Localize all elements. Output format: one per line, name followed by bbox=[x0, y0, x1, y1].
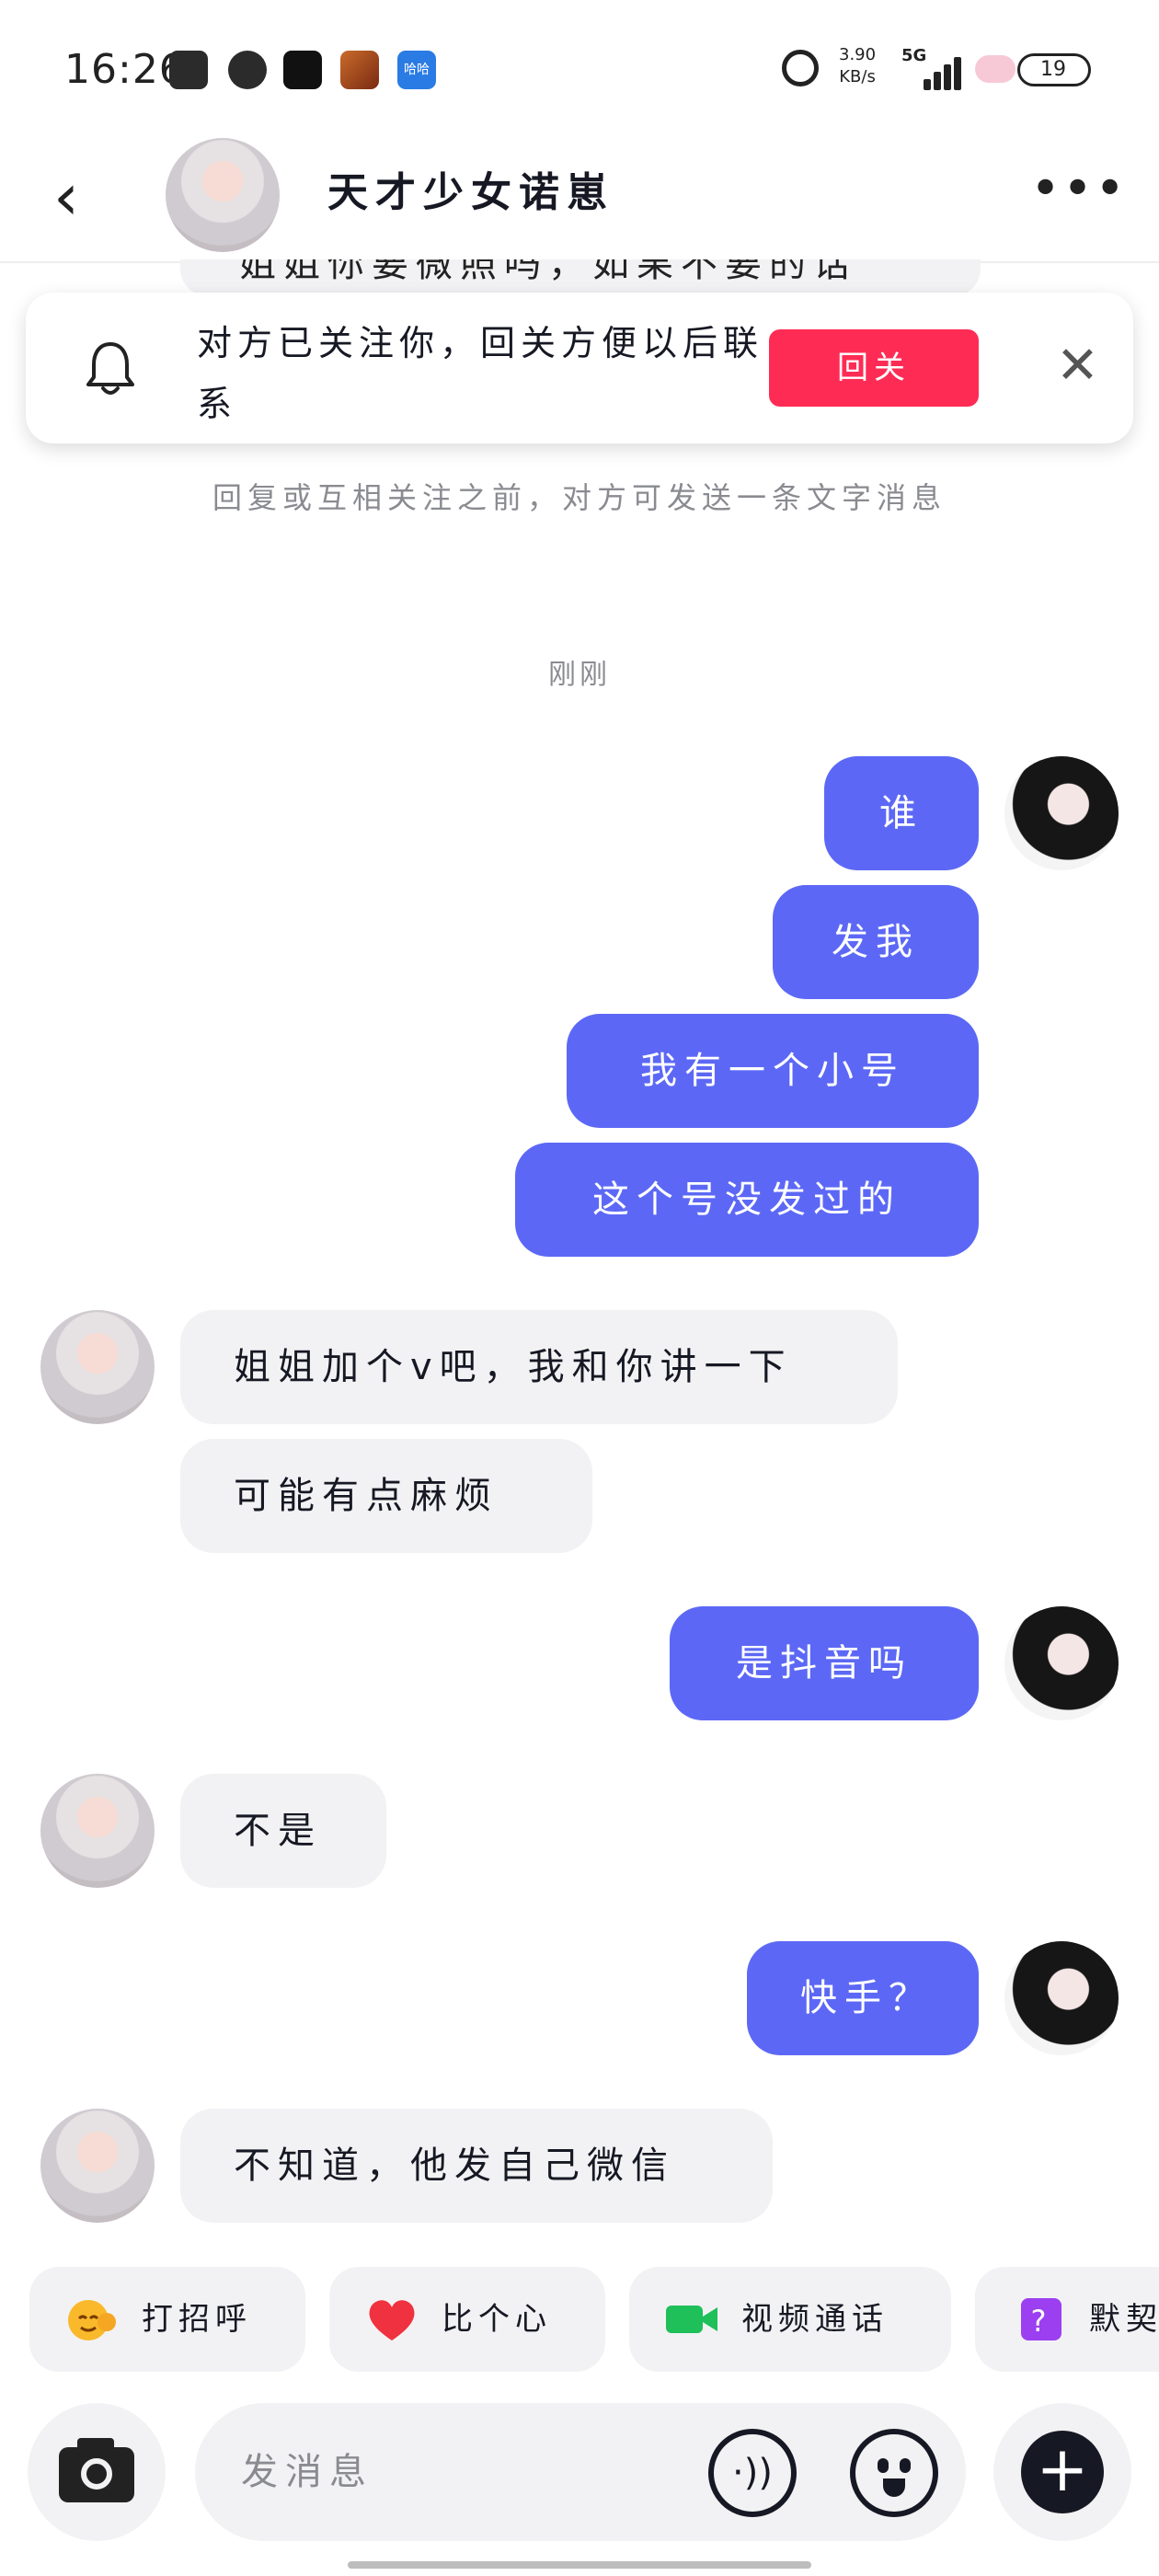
quick-reply-greet[interactable]: 打招呼 bbox=[29, 2267, 305, 2372]
game-icon bbox=[340, 51, 379, 89]
bell-icon bbox=[86, 342, 134, 395]
outgoing-message[interactable]: 发我 bbox=[773, 885, 979, 999]
flower-icon bbox=[975, 55, 1016, 83]
outgoing-message[interactable]: 这个号没发过的 bbox=[515, 1143, 979, 1257]
contact-avatar[interactable] bbox=[40, 1774, 155, 1888]
my-avatar[interactable] bbox=[1004, 756, 1119, 870]
quick-reply-heart[interactable]: 比个心 bbox=[329, 2267, 605, 2372]
outgoing-message[interactable]: 是抖音吗 bbox=[670, 1606, 979, 1720]
camera-icon-lens bbox=[81, 2458, 112, 2490]
partially-hidden-text: 姐姐你要微照吗，如果不要的话 bbox=[239, 259, 857, 285]
home-indicator[interactable] bbox=[348, 2561, 811, 2569]
battery-indicator: 19 bbox=[1017, 53, 1091, 86]
follow-back-button[interactable]: 回关 bbox=[769, 329, 979, 407]
outgoing-message[interactable]: 谁 bbox=[824, 756, 979, 870]
incoming-message[interactable]: 可能有点麻烦 bbox=[180, 1439, 592, 1553]
my-avatar[interactable] bbox=[1004, 1606, 1119, 1720]
quick-reply-video-call[interactable]: 视频通话 bbox=[629, 2267, 951, 2372]
outgoing-message[interactable]: 我有一个小号 bbox=[567, 1014, 979, 1128]
question-card-icon: ? bbox=[1021, 2298, 1061, 2340]
incoming-message[interactable]: 不知道，他发自己微信 bbox=[180, 2109, 773, 2223]
plus-button[interactable]: + bbox=[993, 2403, 1131, 2541]
heart-icon bbox=[369, 2300, 415, 2340]
wechat-icon bbox=[228, 51, 267, 89]
message-input[interactable]: 发消息 ·)) bbox=[195, 2403, 966, 2541]
quick-reply-label: 打招呼 bbox=[142, 2301, 252, 2338]
incoming-message[interactable]: 姐姐加个v吧，我和你讲一下 bbox=[180, 1310, 898, 1424]
status-time: 16:26 bbox=[64, 46, 186, 93]
net-speed-value: 3.90 bbox=[839, 45, 877, 64]
signal-icon bbox=[924, 53, 962, 90]
contact-avatar[interactable] bbox=[40, 1310, 155, 1424]
tiktok-icon bbox=[283, 51, 322, 89]
close-icon[interactable]: ✕ bbox=[1056, 337, 1099, 396]
quick-reply-label: 默契 bbox=[1089, 2301, 1159, 2338]
net-speed-unit: KB/s bbox=[839, 67, 876, 86]
alarm-icon bbox=[782, 50, 819, 86]
more-dots-icon[interactable]: ••• bbox=[1030, 160, 1127, 219]
status-bar: 16:26 哈哈 3.90 KB/s 5G 19 bbox=[0, 0, 1159, 138]
follow-notice-text: 对方已关注你，回关方便以后联系 bbox=[197, 323, 764, 424]
outgoing-message[interactable]: 快手？ bbox=[747, 1941, 979, 2055]
voice-icon[interactable]: ·)) bbox=[708, 2429, 797, 2517]
clock-app-icon bbox=[169, 51, 208, 89]
video-call-icon bbox=[666, 2306, 717, 2333]
incoming-message[interactable]: 不是 bbox=[180, 1774, 386, 1888]
hahaha-app-icon: 哈哈 bbox=[397, 51, 436, 89]
plus-icon: + bbox=[1021, 2431, 1104, 2513]
follow-notice-card: 对方已关注你，回关方便以后联系 回关 ✕ bbox=[26, 293, 1133, 443]
chevron-left-icon[interactable]: ‹ bbox=[53, 160, 79, 234]
quick-reply-label: 比个心 bbox=[442, 2301, 552, 2338]
message-input-placeholder: 发消息 bbox=[241, 2451, 373, 2493]
quick-reply-tacit[interactable]: ? 默契 bbox=[975, 2267, 1159, 2372]
emoji-icon[interactable] bbox=[850, 2429, 938, 2517]
partially-hidden-message: 姐姐你要微照吗，如果不要的话 bbox=[180, 259, 981, 296]
wave-emoji-icon bbox=[68, 2300, 116, 2340]
svg-text:?: ? bbox=[1031, 2304, 1052, 2339]
contact-avatar[interactable] bbox=[40, 2109, 155, 2223]
system-note: 回复或互相关注之前，对方可发送一条文字消息 bbox=[212, 480, 947, 515]
timestamp: 刚刚 bbox=[548, 659, 611, 691]
quick-reply-label: 视频通话 bbox=[741, 2301, 889, 2338]
camera-button[interactable] bbox=[28, 2403, 166, 2541]
chat-header: ‹ 天才少女诺崽 ••• bbox=[0, 138, 1159, 263]
contact-avatar[interactable] bbox=[166, 138, 280, 252]
my-avatar[interactable] bbox=[1004, 1941, 1119, 2055]
net-speed: 3.90 KB/s bbox=[839, 44, 876, 88]
chat-title[interactable]: 天才少女诺崽 bbox=[327, 164, 614, 223]
